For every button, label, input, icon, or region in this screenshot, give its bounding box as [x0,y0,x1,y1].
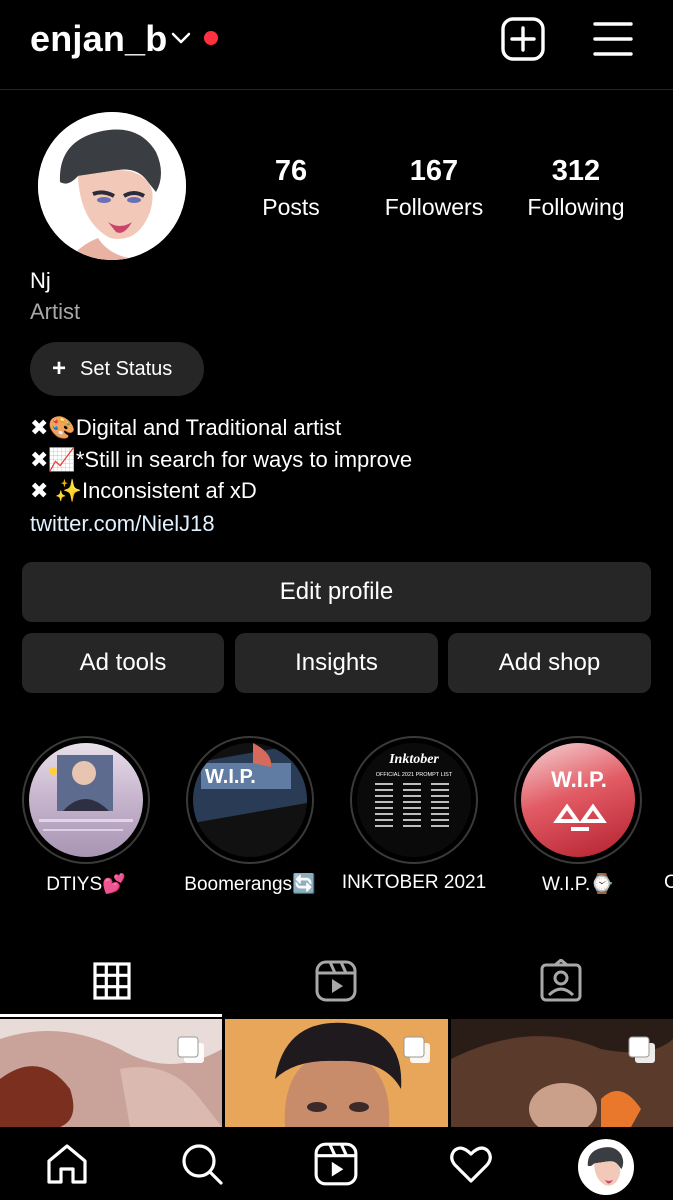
bio-emoji: ✖📈 [30,446,76,472]
create-post-icon[interactable] [500,16,546,62]
tab-reels[interactable] [224,950,448,1012]
chevron-down-icon[interactable] [170,30,192,46]
posts-value: 76 [274,155,308,187]
nav-profile-avatar[interactable] [578,1139,634,1195]
set-status-button[interactable]: + Set Status [30,342,204,396]
followers-value: 167 [409,155,459,187]
posts-label: Posts [262,194,320,220]
tab-grid[interactable] [0,950,224,1012]
highlight-cover: W.I.P. [186,736,314,864]
followers-count[interactable]: 167 Followers [359,152,509,224]
nav-home[interactable] [43,1140,91,1188]
reels-icon [315,960,357,1002]
inktober-cover-subtitle: OFFICIAL 2021 PROMPT LIST [376,772,453,778]
bio-emoji: ✖🎨 [30,415,76,440]
add-shop-button[interactable]: Add shop [448,633,651,693]
post-thumbnail[interactable] [225,1019,448,1127]
grid-icon [93,962,131,1000]
post-thumbnail[interactable] [451,1019,673,1127]
wip-cover-text: W.I.P. [551,767,607,792]
bio-line: ✖📈 *Still in search for ways to improve [30,444,412,476]
highlight-label: C [664,872,673,893]
highlight-label: W.I.P.⌚ [542,874,614,895]
following-count[interactable]: 312 Following [501,152,651,224]
multiple-images-icon [403,1036,430,1063]
heart-icon [450,1146,492,1183]
boomerangs-cover-text: W.I.P. [205,766,256,788]
multiple-images-icon [628,1036,655,1063]
post-thumbnail[interactable] [0,1019,222,1127]
bio-text: Inconsistent af xD [81,478,257,503]
bio-line: ✖🎨 Digital and Traditional artist [30,412,412,444]
bio-text: Digital and Traditional artist [75,415,342,440]
bottom-navigation [0,1127,673,1200]
profile-bio: ✖🎨 Digital and Traditional artist ✖📈 *Stil… [30,412,412,507]
search-icon [182,1144,223,1185]
multiple-images-icon [177,1036,204,1063]
followers-label: Followers [384,194,484,220]
home-icon [47,1144,87,1184]
profile-avatar[interactable] [38,112,186,260]
inktober-cover-title: Inktober [388,752,439,767]
edit-profile-button[interactable]: Edit profile [22,562,651,622]
notification-dot [204,31,218,45]
following-label: Following [527,194,625,220]
profile-category: Artist [30,299,81,324]
nav-reels[interactable] [312,1140,360,1188]
active-tab-indicator [0,1014,222,1017]
tab-tagged[interactable] [449,950,673,1012]
bio-text: *Still in search for ways to improve [75,446,413,472]
highlight-cover: Inktober OFFICIAL 2021 PROMPT LIST [350,736,478,864]
username-switcher[interactable]: enjan_b [30,18,167,60]
nav-activity[interactable] [447,1140,495,1188]
posts-grid [0,1019,673,1127]
highlight-cover [22,736,150,864]
menu-icon[interactable] [592,19,634,59]
highlight-dtiys[interactable]: DTIYS💕 [22,736,150,895]
profile-tabs [0,940,673,1018]
bio-line: ✖ ✨ Inconsistent af xD [30,475,412,507]
nav-search[interactable] [178,1140,226,1188]
posts-count[interactable]: 76 Posts [216,152,366,224]
plus-icon: + [52,355,67,382]
tagged-icon [540,959,582,1002]
insights-button[interactable]: Insights [235,633,438,693]
highlight-inktober[interactable]: Inktober OFFICIAL 2021 PROMPT LIST INKTO… [342,736,486,893]
reels-icon [314,1142,358,1186]
following-value: 312 [551,155,601,187]
ad-tools-button[interactable]: Ad tools [22,633,224,693]
profile-link[interactable]: twitter.com/NielJ18 [30,511,215,537]
bio-emoji: ✖ ✨ [30,478,82,503]
profile-name: Nj [30,268,51,293]
highlight-wip[interactable]: W.I.P. W.I.P.⌚ [514,736,642,895]
highlight-boomerangs[interactable]: W.I.P. Boomerangs🔄 [184,736,316,895]
highlight-cover: W.I.P. [514,736,642,864]
top-bar: enjan_b [0,0,673,90]
highlight-partial[interactable]: C [664,872,673,894]
set-status-label: Set Status [80,357,173,380]
